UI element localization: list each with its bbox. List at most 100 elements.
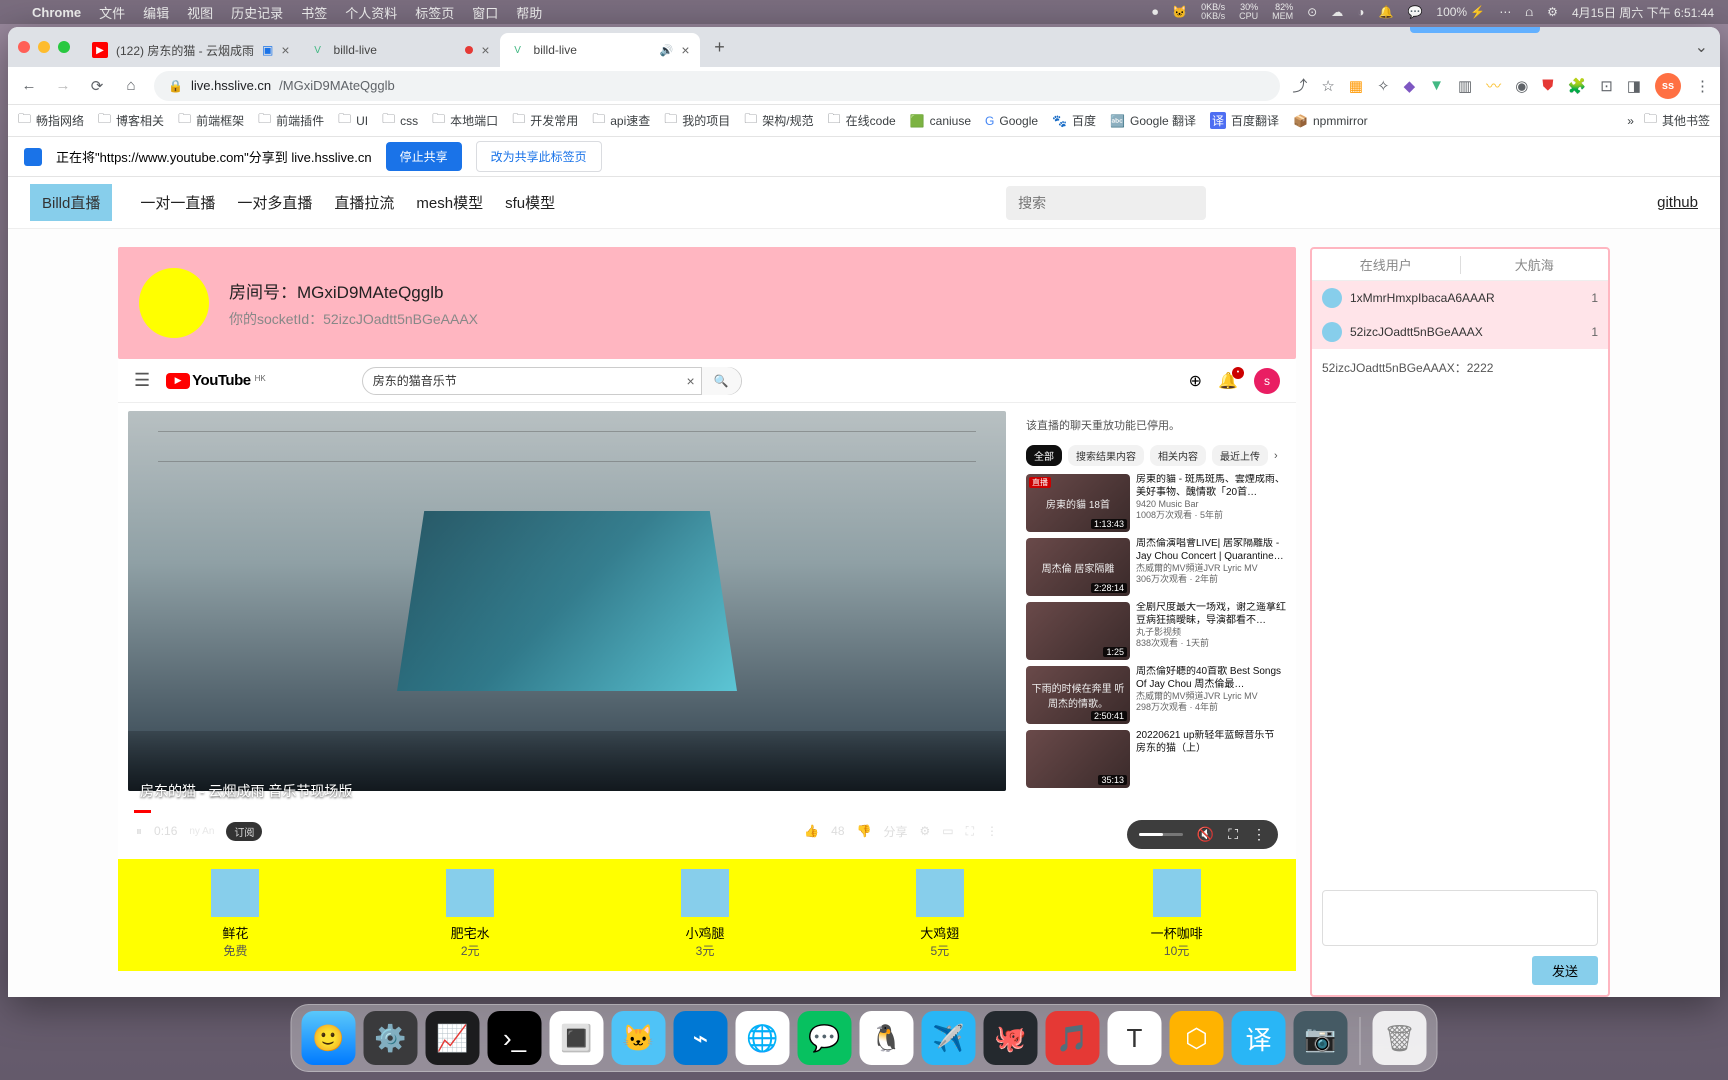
bookmark-link[interactable]: 🔤Google 翻译	[1110, 112, 1196, 129]
nav-link[interactable]: 直播拉流	[334, 192, 394, 213]
user-row[interactable]: 52izcJOadtt5nBGeAAAX 1	[1312, 315, 1608, 349]
lock-icon[interactable]: 🔒	[168, 79, 183, 93]
share-label[interactable]: 分享	[883, 823, 907, 840]
bookmark-link[interactable]: 📦npmmirror	[1293, 114, 1368, 128]
maximize-window[interactable]	[58, 41, 70, 53]
bookmark-folder[interactable]: 🗀本地端口	[432, 110, 498, 132]
settings-icon[interactable]: ⚙️	[364, 1011, 418, 1065]
recommendation[interactable]: 1:25 全剧尺度最大一场戏，谢之遥拿红豆病狂搞曖昧，导演都看不… 丸子影视频 …	[1026, 602, 1286, 660]
gift-item[interactable]: 肥宅水 2元	[446, 869, 494, 959]
address-bar[interactable]: 🔒 live.hsslive.cn/MGxiD9MAteQgglb	[154, 71, 1280, 101]
clear-icon[interactable]: ×	[681, 373, 701, 389]
tray-more[interactable]: ⋯	[1499, 5, 1511, 19]
site-search-input[interactable]	[1006, 186, 1206, 220]
bookmark-folder[interactable]: 🗀api速查	[592, 110, 650, 132]
pause-icon[interactable]: ⏸	[136, 824, 142, 839]
menu-history[interactable]: 历史记录	[231, 3, 283, 22]
tray-icon[interactable]: ◑	[1357, 5, 1364, 19]
bookmark-folder[interactable]: 🗀博客相关	[98, 110, 164, 132]
tab[interactable]: V billd-live ×	[300, 33, 500, 67]
other-bookmarks[interactable]: 🗀其他书签	[1644, 110, 1710, 132]
netease-icon[interactable]: 🎵	[1046, 1011, 1100, 1065]
close-window[interactable]	[18, 41, 30, 53]
tab[interactable]: ▶ (122) 房东的猫 - 云烟成雨 ▣ ×	[82, 33, 300, 67]
yt-player[interactable]: 房东的猫 - 云烟成雨 音乐节现场版 ⏸ 0:16 ny An 订阅 👍 48	[118, 403, 1016, 859]
wechat-icon[interactable]: 💬	[1407, 5, 1422, 19]
youtube-logo[interactable]: ▶ YouTube HK	[166, 372, 266, 389]
yt-search[interactable]: 房东的猫音乐节 × 🔍	[362, 367, 742, 395]
tray-icon[interactable]: ⊙	[1307, 5, 1317, 19]
chip[interactable]: 最近上传	[1212, 445, 1268, 466]
activity-icon[interactable]: 📈	[426, 1011, 480, 1065]
ext-icon[interactable]: ◉	[1515, 77, 1528, 95]
menu-file[interactable]: 文件	[99, 3, 125, 22]
chip[interactable]: 全部	[1026, 445, 1062, 466]
translate-icon[interactable]: 译	[1232, 1011, 1286, 1065]
wifi-icon[interactable]: ⩍	[1525, 5, 1533, 20]
adblock-icon[interactable]: ⛊	[1542, 77, 1553, 94]
app-icon[interactable]: 🐱	[612, 1011, 666, 1065]
chip[interactable]: 搜索结果内容	[1068, 445, 1144, 466]
subscribe-button[interactable]: 订阅	[226, 822, 262, 841]
menu-bookmarks[interactable]: 书签	[301, 3, 327, 22]
nav-link[interactable]: sfu模型	[505, 192, 555, 213]
theater-icon[interactable]: ▭	[942, 824, 953, 838]
gift-item[interactable]: 小鸡腿 3元	[681, 869, 729, 959]
share-icon[interactable]: ⤴	[1292, 75, 1307, 96]
bookmark-link[interactable]: GGoogle	[985, 114, 1038, 128]
mute-icon[interactable]: 🔇	[1197, 826, 1214, 843]
gift-item[interactable]: 鲜花 免费	[211, 869, 259, 959]
user-row[interactable]: 1xMmrHmxpIbacaA6AAAR 1	[1312, 281, 1608, 315]
stop-sharing-button[interactable]: 停止共享	[386, 142, 462, 171]
recommendation[interactable]: 房東的貓 18首 直播 1:13:43 房東的貓 - 斑馬斑馬、雲煙成雨、美好事…	[1026, 474, 1286, 532]
bookmark-folder[interactable]: 🗀开发常用	[512, 110, 578, 132]
chip-more-icon[interactable]: ›	[1274, 450, 1278, 462]
nav-link[interactable]: mesh模型	[416, 192, 483, 213]
more-icon[interactable]: ⋮	[1252, 826, 1266, 843]
tab-active[interactable]: V billd-live 🔊 ×	[500, 33, 700, 67]
tray-icon[interactable]: ☁	[1331, 5, 1343, 19]
reload-button[interactable]: ⟳	[86, 75, 108, 97]
chat-input[interactable]	[1322, 890, 1598, 946]
fullscreen-icon[interactable]: ⛶	[1228, 826, 1238, 843]
bookmark-star-icon[interactable]: ☆	[1321, 77, 1334, 95]
bookmark-folder[interactable]: 🗀架构/规范	[744, 110, 813, 132]
bookmark-link[interactable]: 译百度翻译	[1210, 112, 1279, 129]
minimize-window[interactable]	[38, 41, 50, 53]
ext-icon[interactable]: ▥	[1458, 77, 1472, 95]
bookmark-folder[interactable]: 🗀UI	[338, 110, 368, 132]
menu-view[interactable]: 视图	[187, 3, 213, 22]
menu-icon[interactable]: ☰	[134, 370, 150, 391]
app-icon[interactable]: ⬡	[1170, 1011, 1224, 1065]
like-icon[interactable]: 👍	[804, 824, 819, 838]
send-button[interactable]: 发送	[1532, 956, 1598, 985]
feishu-icon[interactable]: ✈️	[922, 1011, 976, 1065]
bookmark-folder[interactable]: 🗀css	[382, 110, 418, 132]
home-button[interactable]: ⌂	[120, 75, 142, 97]
new-tab-button[interactable]: +	[706, 33, 734, 61]
quicktime-icon[interactable]: 📷	[1294, 1011, 1348, 1065]
ext-icon[interactable]: ✧	[1377, 77, 1390, 95]
more-icon[interactable]: ⋮	[986, 824, 998, 838]
bookmark-folder[interactable]: 🗀我的项目	[664, 110, 730, 132]
nav-link[interactable]: 一对一直播	[140, 192, 215, 213]
menu-tabs[interactable]: 标签页	[415, 3, 454, 22]
app-name[interactable]: Chrome	[32, 5, 81, 20]
terminal-icon[interactable]: ›_	[488, 1011, 542, 1065]
settings-icon[interactable]: ⚙	[919, 824, 930, 838]
finder-icon[interactable]: 🙂	[302, 1011, 356, 1065]
close-tab[interactable]: ×	[681, 42, 689, 58]
back-button[interactable]: ←	[18, 75, 40, 97]
ext-icon[interactable]: ▦	[1349, 77, 1363, 95]
close-tab[interactable]: ×	[481, 42, 489, 58]
volume-slider[interactable]	[1139, 833, 1183, 836]
wechat-icon[interactable]: 💬	[798, 1011, 852, 1065]
trash-icon[interactable]: 🗑	[1373, 1011, 1427, 1065]
search-icon[interactable]: 🔍	[701, 367, 741, 395]
close-tab[interactable]: ×	[281, 42, 289, 58]
yt-avatar[interactable]: s	[1254, 368, 1280, 394]
chrome-icon[interactable]: 🌐	[736, 1011, 790, 1065]
menu-profiles[interactable]: 个人资料	[345, 3, 397, 22]
recommendation[interactable]: 周杰倫 居家隔離 2:28:14 周杰倫演唱會LIVE| 居家隔離版 - Jay…	[1026, 538, 1286, 596]
control-center-icon[interactable]: ⚙	[1547, 5, 1558, 19]
